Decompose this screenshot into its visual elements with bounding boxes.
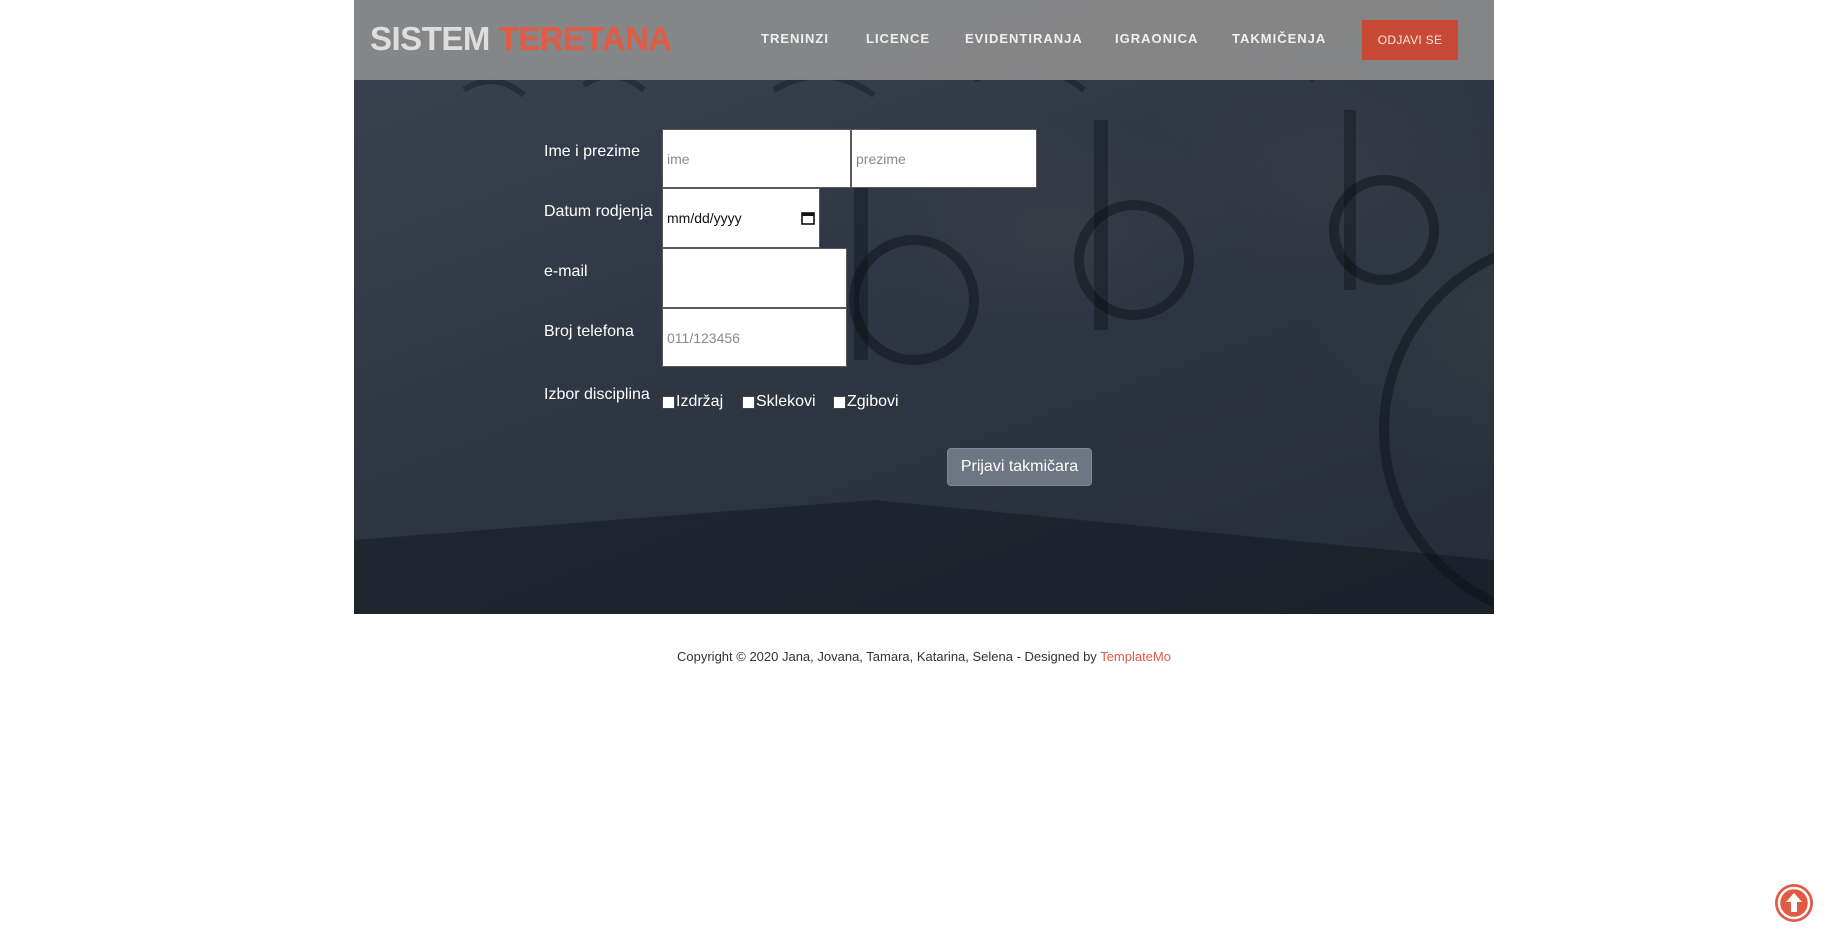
footer-templatemo-link[interactable]: TemplateMo (1100, 649, 1171, 664)
discipline-option-sklekovi[interactable]: Sklekovi (742, 393, 816, 411)
gym-bikes-background-art (354, 56, 1494, 614)
nav-item-treninzi[interactable]: TRENINZI (761, 31, 829, 46)
phone-input[interactable] (662, 308, 847, 367)
brand-part1: SISTEM (370, 20, 490, 57)
hero-background (354, 0, 1494, 614)
label-phone: Broj telefona (544, 323, 634, 340)
arrow-up-circle-icon[interactable] (1774, 883, 1814, 923)
discipline-label-zgibovi: Zgibovi (847, 393, 899, 410)
checkbox-zgibovi[interactable] (833, 395, 846, 409)
label-email: e-mail (544, 263, 588, 280)
email-input[interactable] (662, 248, 847, 308)
discipline-label-sklekovi: Sklekovi (756, 393, 816, 410)
label-disciplines: Izbor disciplina (544, 386, 650, 403)
last-name-input[interactable] (851, 129, 1037, 188)
logout-button[interactable]: ODJAVI SE (1362, 20, 1458, 60)
nav-item-takmicenja[interactable]: TAKMIČENJA (1232, 31, 1326, 46)
nav-item-licence[interactable]: LICENCE (866, 31, 930, 46)
footer: Copyright © 2020 Jana, Jovana, Tamara, K… (0, 649, 1848, 664)
submit-competitor-button[interactable]: Prijavi takmičara (947, 448, 1092, 486)
date-format-text: mm/dd/yyyy (667, 210, 742, 226)
first-name-input[interactable] (662, 129, 851, 188)
brand-part2: TERETANA (498, 20, 673, 57)
label-name: Ime i prezime (544, 143, 641, 160)
calendar-icon[interactable] (801, 211, 815, 225)
nav-item-evidentiranja[interactable]: EVIDENTIRANJA (965, 31, 1083, 46)
brand-logo[interactable]: SISTEM TERETANA (370, 20, 672, 58)
discipline-option-izdrzaj[interactable]: Izdržaj (662, 393, 723, 411)
nav-item-igraonica[interactable]: IGRAONICA (1115, 31, 1198, 46)
footer-copyright: Copyright © 2020 Jana, Jovana, Tamara, K… (677, 649, 1101, 664)
label-birth-date: Datum rodjenja (544, 203, 653, 220)
checkbox-izdrzaj[interactable] (662, 395, 675, 409)
discipline-label-izdrzaj: Izdržaj (676, 393, 724, 410)
header-bar: SISTEM TERETANA TRENINZI LICENCE EVIDENT… (354, 0, 1494, 80)
checkbox-sklekovi[interactable] (742, 395, 755, 409)
birth-date-input[interactable]: mm/dd/yyyy (662, 188, 820, 248)
discipline-option-zgibovi[interactable]: Zgibovi (833, 393, 899, 411)
